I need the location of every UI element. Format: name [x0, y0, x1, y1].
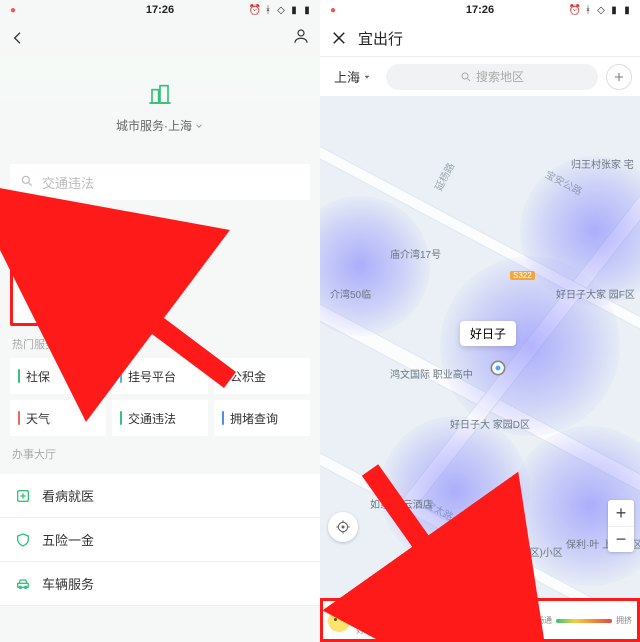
hall-list: 看病就医 五险一金 车辆服务 — [0, 474, 320, 606]
smile-icon — [328, 610, 350, 632]
map-poi: 好日子大 家园D区 — [450, 416, 530, 431]
profile-icon[interactable] — [292, 27, 310, 50]
wifi-icon: ◇ — [596, 5, 606, 15]
hot-item[interactable]: 交通违法 — [112, 400, 208, 436]
zoom-in-button[interactable]: + — [608, 500, 634, 526]
map-tooltip[interactable]: 好日子 — [460, 321, 516, 346]
city-label: 城市服务·上海 — [116, 117, 192, 134]
hot-item[interactable]: 拥堵查询 — [214, 400, 310, 436]
route-badge: S322 — [510, 271, 535, 280]
density-legend: 畅通 拥挤 — [536, 615, 632, 626]
hot-item[interactable]: 社保 — [10, 358, 106, 394]
page-title: 宜出行 — [358, 28, 403, 49]
car-icon — [14, 575, 32, 593]
location-pin-icon — [488, 358, 508, 378]
alarm-icon: ⏰ — [570, 5, 580, 15]
hot-item[interactable]: 挂号平台 — [112, 358, 208, 394]
wifi-icon: ◇ — [276, 5, 286, 15]
bluetooth-icon: ᚼ — [263, 5, 273, 15]
zoom-out-button[interactable]: − — [608, 526, 634, 552]
status-right-icons: ⏰ ᚼ ◇ ▮ ▮ — [250, 5, 312, 15]
nav-bar — [0, 20, 320, 56]
status-right-icons: ⏰ ᚼ ◇ ▮ ▮ — [570, 5, 632, 15]
status-bar: ● 17:26 ⏰ ᚼ ◇ ▮ ▮ — [0, 0, 320, 20]
back-icon[interactable] — [10, 30, 26, 46]
search-input[interactable]: 交通违法 — [10, 164, 310, 200]
recording-indicator-icon: ● — [328, 5, 338, 15]
search-icon — [20, 174, 34, 191]
search-row: 上海 搜索地区 — [320, 56, 640, 96]
hot-grid: 社保 挂号平台 公积金 天气 交通违法 拥堵查询 — [0, 358, 320, 436]
section-hall-title: 办事大厅 — [0, 436, 320, 468]
locate-button[interactable] — [328, 512, 358, 542]
status-bar: ● 17:26 ⏰ ᚼ ◇ ▮ ▮ — [320, 0, 640, 20]
section-frequent-title: 常用服务 — [0, 208, 320, 240]
battery-icon: ▮ — [622, 5, 632, 15]
section-hot-title: 热门服务 — [0, 326, 320, 358]
banner-title: 目前区域人数 — [356, 606, 428, 623]
density-banner[interactable]: 目前区域人数 畅通 好日子大家园D区 畅通 拥挤 — [320, 598, 640, 642]
battery-icon: ▮ — [302, 5, 312, 15]
hall-item-insurance[interactable]: 五险一金 — [0, 518, 320, 562]
tile-label: 城市热力图 — [30, 298, 80, 310]
hot-item[interactable]: 公积金 — [214, 358, 310, 394]
map-poi: 保利·叶上海 (西区)小区 — [460, 544, 563, 559]
map-poi: 归王村张家 宅 — [571, 156, 634, 171]
close-icon[interactable] — [330, 29, 348, 47]
tile-city-heatmap[interactable]: 城市热力图 — [10, 240, 100, 326]
signal-icon: ▮ — [289, 5, 299, 15]
city-icon — [144, 79, 176, 111]
chevron-down-icon — [194, 120, 204, 130]
city-selector[interactable]: 城市服务·上海 — [116, 117, 204, 134]
wechat-city-services-screen: ● 17:26 ⏰ ᚼ ◇ ▮ ▮ 城市服务·上海 — [0, 0, 320, 642]
medical-icon — [14, 487, 32, 505]
road-label: 延杨路 — [430, 160, 457, 194]
map-poi: 鸿文国际 职业高中 — [390, 366, 473, 381]
title-bar: 宜出行 — [320, 20, 640, 56]
recording-indicator-icon: ● — [8, 5, 18, 15]
signal-icon: ▮ — [609, 5, 619, 15]
bluetooth-icon: ᚼ — [583, 5, 593, 15]
shield-icon — [14, 531, 32, 549]
hero: 城市服务·上海 — [0, 56, 320, 156]
hot-item[interactable]: 天气 — [10, 400, 106, 436]
search-placeholder: 搜索地区 — [476, 68, 524, 85]
yichuxing-map-screen: ● 17:26 ⏰ ᚼ ◇ ▮ ▮ 宜出行 上海 搜索地区 — [320, 0, 640, 642]
zoom-control: + − — [608, 500, 634, 552]
banner-subtitle: 好日子大家园D区 — [356, 623, 458, 636]
hall-item-vehicle[interactable]: 车辆服务 — [0, 562, 320, 606]
search-placeholder: 交通违法 — [42, 173, 94, 192]
map-canvas[interactable]: 宝安公路 延杨路 宝太路 庙介湾17号 介湾50临 鸿文国际 职业高中 好日子大… — [320, 96, 640, 642]
map-search-input[interactable]: 搜索地区 — [386, 64, 598, 90]
status-tag: 畅通 — [432, 607, 458, 622]
map-poi: 庙介湾17号 — [390, 246, 441, 261]
heatmap-icon — [37, 256, 73, 292]
map-poi: 如家派 云酒店 — [370, 496, 433, 511]
add-button[interactable] — [606, 64, 632, 90]
city-dropdown[interactable]: 上海 — [328, 63, 378, 90]
alarm-icon: ⏰ — [250, 5, 260, 15]
hall-item-medical[interactable]: 看病就医 — [0, 474, 320, 518]
map-poi: 介湾50临 — [330, 286, 371, 301]
map-poi: 好日子大家 园F区 — [556, 286, 635, 301]
